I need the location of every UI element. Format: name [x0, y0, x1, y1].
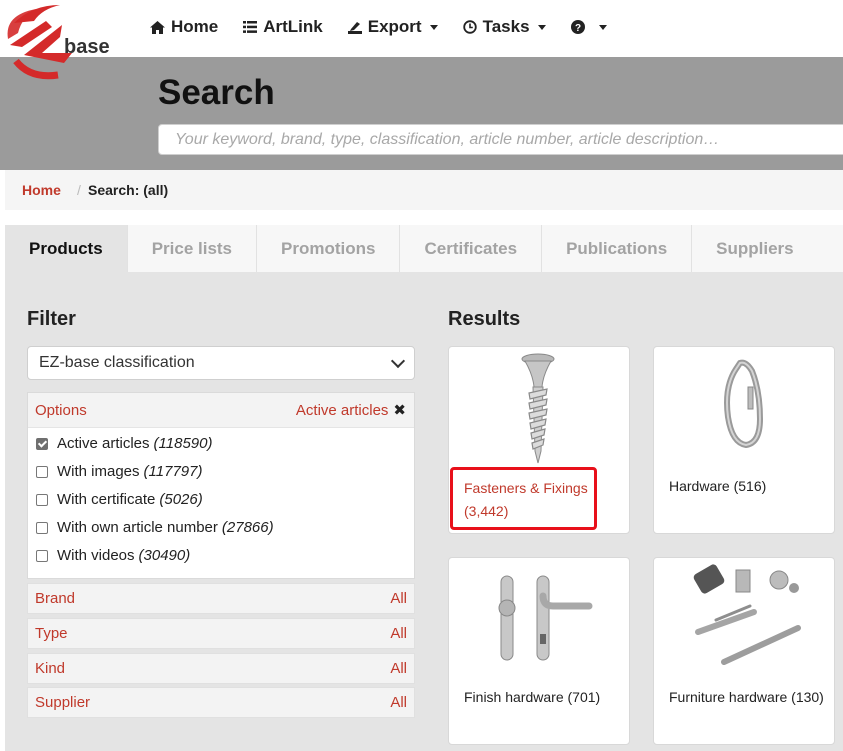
nav-tasks-label: Tasks — [482, 17, 530, 36]
tab-suppliers[interactable]: Suppliers — [692, 225, 819, 272]
result-label-furniture-hardware[interactable]: Furniture hardware (130) — [669, 689, 824, 705]
nav-tasks[interactable]: Tasks — [462, 17, 546, 37]
tab-products[interactable]: Products — [5, 225, 128, 272]
options-label: Options — [35, 402, 87, 419]
option-with-videos[interactable]: With videos (30490) — [36, 547, 190, 564]
door-handle-image — [498, 575, 593, 661]
result-card-finish-hardware[interactable]: Finish hardware (701) — [448, 557, 630, 745]
tab-price-lists[interactable]: Price lists — [127, 225, 258, 272]
facet-value: All — [390, 625, 407, 642]
nav-home[interactable]: Home — [150, 17, 218, 37]
nav-artlink-label: ArtLink — [263, 17, 323, 36]
nav-artlink[interactable]: ArtLink — [243, 17, 323, 37]
chevron-down-icon — [390, 353, 406, 368]
nav-export-label: Export — [367, 17, 422, 36]
facet-value: All — [390, 694, 407, 711]
result-label-hardware[interactable]: Hardware (516) — [669, 478, 766, 494]
option-with-certificate[interactable]: With certificate (5026) — [36, 491, 203, 508]
option-label: With certificate — [57, 491, 156, 508]
facet-label: Brand — [35, 590, 76, 607]
facet-label: Type — [35, 625, 68, 642]
breadcrumb-current: Search: (all) — [88, 182, 169, 198]
facet-type[interactable]: Type All — [27, 618, 415, 649]
checkbox-with-videos[interactable] — [36, 549, 48, 562]
breadcrumb: Home / Search: (all) — [5, 170, 843, 210]
nav-home-label: Home — [171, 17, 219, 36]
option-count: (5026) — [159, 491, 203, 508]
tab-publications[interactable]: Publications — [542, 225, 693, 272]
facet-supplier[interactable]: Supplier All — [27, 687, 415, 718]
facet-label: Kind — [35, 660, 66, 677]
page-title: Search — [158, 73, 275, 112]
checkbox-with-images[interactable] — [36, 465, 48, 478]
option-count: (118590) — [153, 435, 213, 452]
facet-brand[interactable]: Brand All — [27, 583, 415, 614]
breadcrumb-separator: / — [77, 182, 81, 198]
facet-value: All — [390, 590, 407, 607]
result-label-fasteners[interactable]: Fasteners & Fixings (3,442) — [464, 477, 588, 523]
result-card-hardware[interactable]: Hardware (516) — [653, 346, 835, 534]
breadcrumb-home-link[interactable]: Home — [22, 182, 61, 198]
screw-image — [521, 353, 555, 464]
result-count: (3,442) — [464, 503, 509, 519]
results-title: Results — [448, 308, 521, 330]
home-icon — [150, 20, 165, 34]
option-label: With videos — [57, 547, 135, 564]
logo-text: base — [64, 36, 110, 58]
ez-base-logo[interactable]: base — [2, 1, 120, 87]
facet-label: Supplier — [35, 694, 91, 711]
option-with-images[interactable]: With images (117797) — [36, 463, 202, 480]
close-icon[interactable]: ✖ — [393, 401, 406, 419]
result-name: Fasteners & Fixings — [464, 480, 588, 496]
option-count: (30490) — [138, 547, 191, 564]
search-input[interactable] — [158, 124, 843, 155]
list-icon — [243, 21, 258, 33]
nav-help[interactable]: ? — [570, 20, 607, 34]
option-active-articles[interactable]: Active articles (118590) — [36, 435, 212, 452]
furniture-handles-image — [693, 564, 801, 665]
option-label: Active articles — [57, 435, 150, 452]
active-articles-link-label: Active articles — [295, 401, 389, 419]
help-icon: ? — [570, 20, 585, 34]
result-card-furniture-hardware[interactable]: Furniture hardware (130) — [653, 557, 835, 745]
filter-title: Filter — [27, 308, 76, 330]
option-label: With own article number — [57, 519, 218, 536]
tab-certificates[interactable]: Certificates — [400, 225, 543, 272]
option-label: With images — [57, 463, 140, 480]
main-nav: Home ArtLink Export Tasks ? — [150, 17, 632, 37]
svg-text:?: ? — [574, 23, 580, 34]
result-label-finish-hardware[interactable]: Finish hardware (701) — [464, 689, 600, 705]
options-header: Options Active articles ✖ — [28, 393, 414, 428]
option-count: (117797) — [143, 463, 203, 480]
tab-bar-filler — [803, 225, 843, 272]
checkbox-with-own-article-number[interactable] — [36, 521, 48, 534]
carabiner-image — [724, 359, 764, 449]
option-with-own-article-number[interactable]: With own article number (27866) — [36, 519, 274, 536]
export-icon — [347, 22, 362, 34]
chevron-down-icon — [537, 24, 546, 30]
options-panel: Options Active articles ✖ Active article… — [27, 392, 415, 579]
tab-bar: Products Price lists Promotions Certific… — [5, 225, 819, 272]
classification-select[interactable]: EZ-base classification — [27, 346, 415, 380]
facet-kind[interactable]: Kind All — [27, 653, 415, 684]
active-articles-clear-link[interactable]: Active articles ✖ — [295, 401, 406, 420]
tab-promotions[interactable]: Promotions — [257, 225, 401, 272]
checkbox-with-certificate[interactable] — [36, 493, 48, 506]
chevron-down-icon — [429, 24, 438, 30]
option-count: (27866) — [221, 519, 274, 536]
facet-value: All — [390, 660, 407, 677]
chevron-down-icon — [598, 24, 607, 30]
checkbox-active-articles[interactable] — [36, 437, 48, 450]
clock-icon — [462, 20, 477, 34]
classification-select-value: EZ-base classification — [39, 354, 195, 371]
nav-export[interactable]: Export — [347, 17, 438, 37]
